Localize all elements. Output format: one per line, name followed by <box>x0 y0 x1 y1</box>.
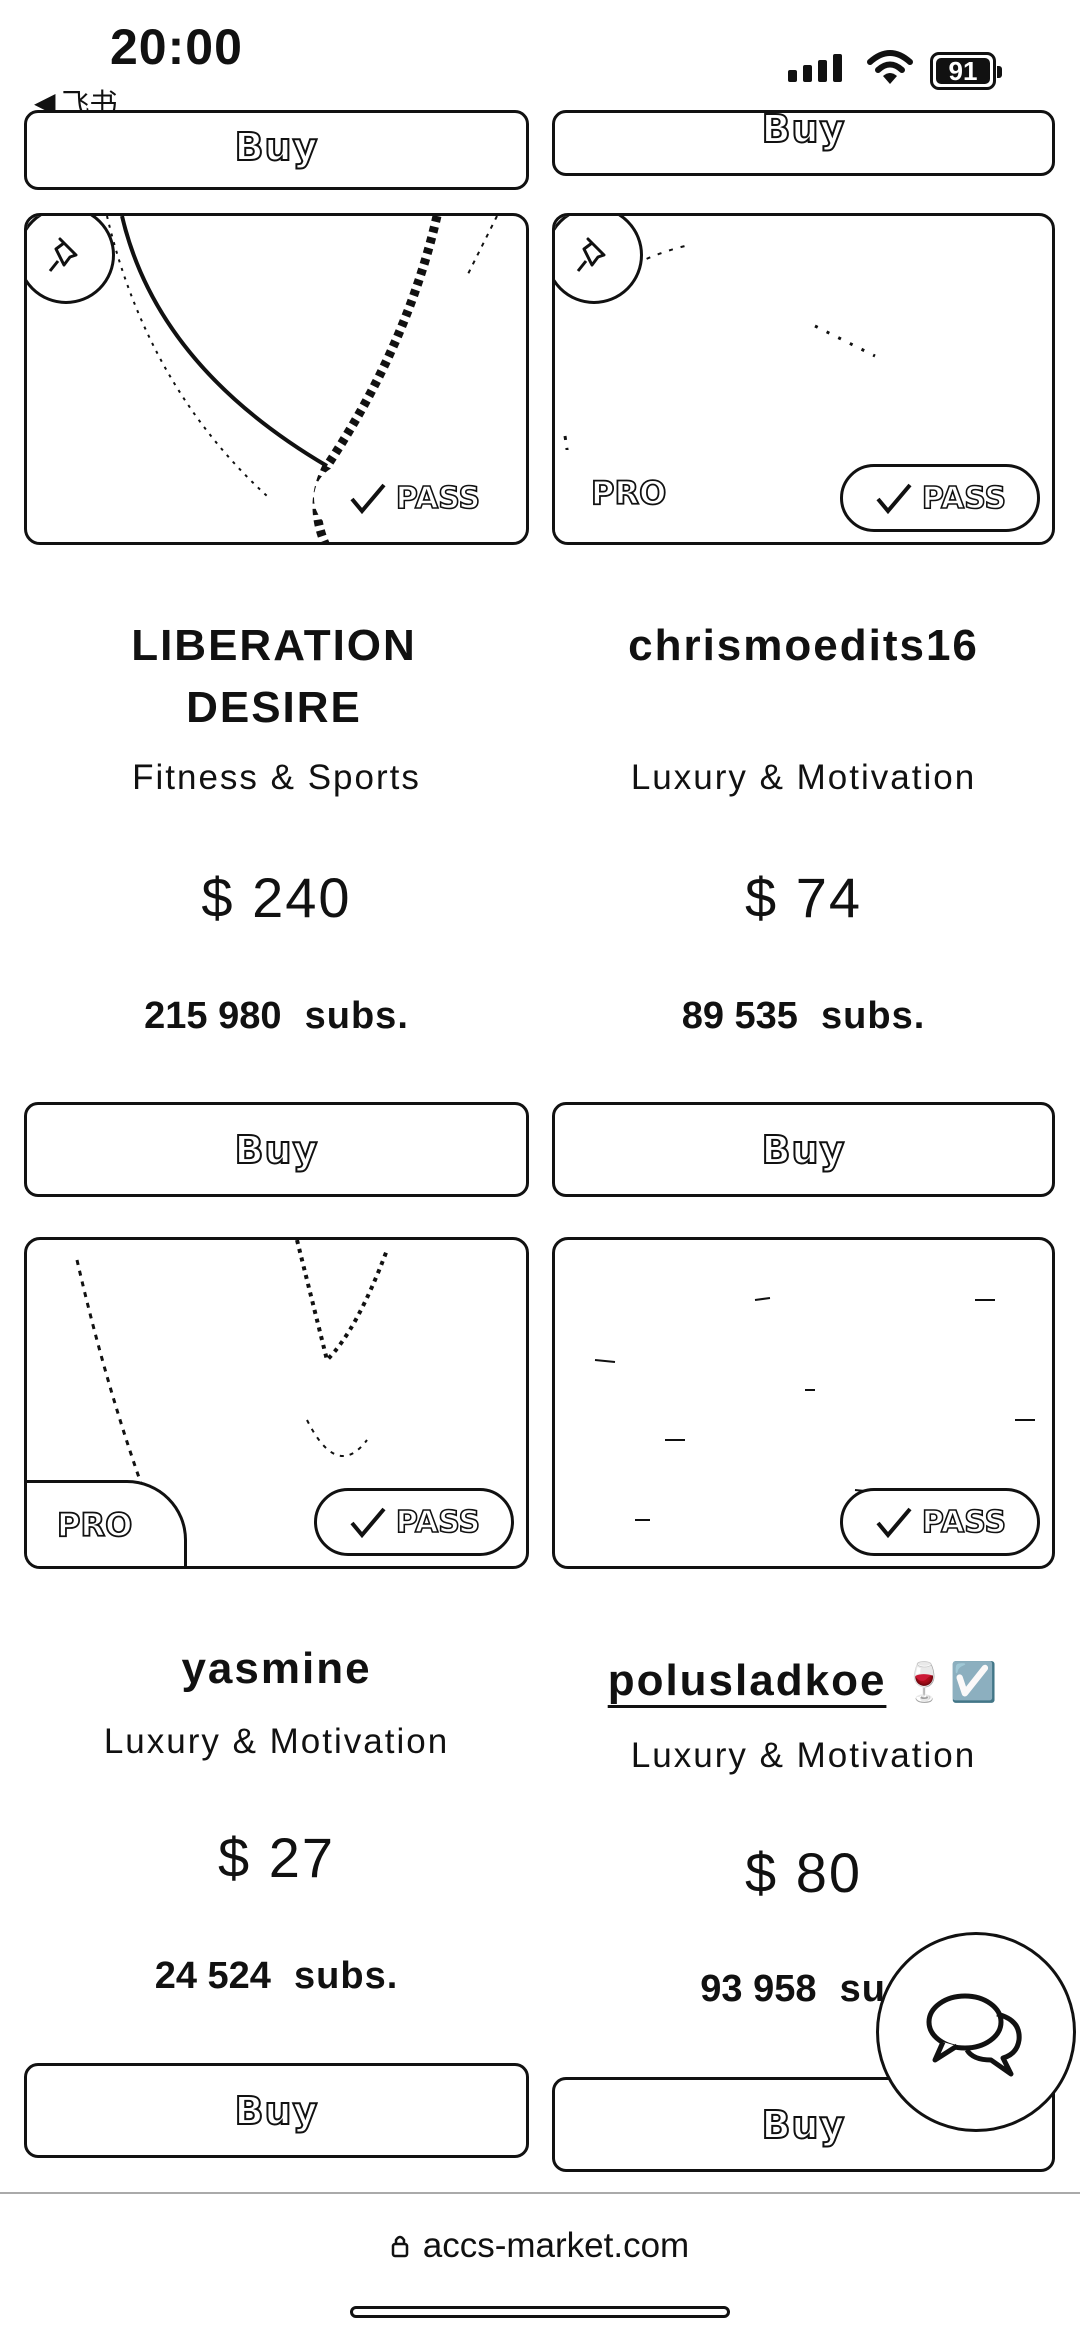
account-cover-image[interactable]: PRO PASS <box>24 1237 529 1569</box>
pass-label: PASS <box>395 480 481 517</box>
wifi-icon <box>867 50 913 84</box>
battery-level: 91 <box>948 55 978 86</box>
account-cover-image[interactable]: PRO PASS <box>552 213 1055 545</box>
checkmark-icon <box>876 1507 912 1539</box>
chat-bubbles-icon <box>926 1993 1022 2077</box>
home-indicator[interactable] <box>350 2306 730 2318</box>
subs-unit: subs. <box>821 995 926 1037</box>
pro-badge: PRO <box>27 1480 187 1566</box>
account-name[interactable]: chrismoedits16 <box>552 615 1055 677</box>
checkmark-icon <box>350 1507 386 1539</box>
lock-icon <box>391 2235 409 2258</box>
pass-badge: PASS <box>314 1488 514 1556</box>
subs-number: 93 958 <box>700 1968 817 2010</box>
status-time: 20:00 <box>110 19 243 75</box>
pass-badge: PASS <box>840 464 1040 532</box>
chat-button[interactable] <box>876 1932 1076 2132</box>
subs-number: 24 524 <box>154 1955 271 1997</box>
pass-badge: PASS <box>314 464 514 532</box>
subscriber-count: 24 524 subs. <box>24 1955 529 1998</box>
checkmark-icon <box>350 483 386 515</box>
account-category: Fitness & Sports <box>132 758 421 797</box>
account-category: Luxury & Motivation <box>103 1722 450 1761</box>
browser-address-bar[interactable]: accs-market.com <box>0 2192 1080 2337</box>
name-emoji: 🍷☑️ <box>900 1662 1000 1704</box>
subscriber-count: 89 535 subs. <box>552 995 1055 1038</box>
account-category: Luxury & Motivation <box>630 1736 977 1775</box>
address-domain: accs-market.com <box>422 2226 690 2265</box>
buy-button[interactable]: Buy <box>24 110 529 190</box>
account-name[interactable]: yasmine <box>24 1638 529 1700</box>
subscriber-count: 93 958 su <box>552 1968 912 2011</box>
pass-label: PASS <box>395 1504 481 1541</box>
subs-unit: subs. <box>294 1955 399 1997</box>
buy-button[interactable]: Buy <box>24 2063 529 2158</box>
pass-label: PASS <box>921 480 1007 517</box>
subs-number: 215 980 <box>144 995 282 1037</box>
account-price: $ 27 <box>218 1826 335 1889</box>
account-name[interactable]: polusladkoe <box>608 1656 887 1705</box>
pushpin-icon <box>48 237 78 272</box>
account-price: $ 240 <box>201 866 352 929</box>
buy-button[interactable]: Buy <box>24 1102 529 1197</box>
address-display[interactable]: accs-market.com <box>0 2226 1080 2266</box>
buy-button[interactable]: Buy <box>552 1102 1055 1197</box>
account-cover-image[interactable]: PASS <box>24 213 529 545</box>
subs-unit: subs. <box>304 995 409 1037</box>
cellular-signal-icon <box>788 54 842 82</box>
account-name[interactable]: LIBERATION DESIRE <box>84 615 464 739</box>
subs-number: 89 535 <box>681 995 798 1037</box>
pass-label: PASS <box>921 1504 1007 1541</box>
account-name-link[interactable]: polusladkoe 🍷☑️ <box>552 1650 1055 1714</box>
checkmark-icon <box>876 483 912 515</box>
account-price: $ 80 <box>745 1841 862 1904</box>
pass-badge: PASS <box>840 1488 1040 1556</box>
account-price: $ 74 <box>745 866 862 929</box>
pushpin-icon <box>576 237 606 272</box>
account-cover-image[interactable]: PASS <box>552 1237 1055 1569</box>
account-category: Luxury & Motivation <box>630 758 977 797</box>
subscriber-count: 215 980 subs. <box>24 995 529 1038</box>
battery-icon: 91 <box>930 52 1002 90</box>
buy-button[interactable]: Buy <box>552 106 1055 176</box>
